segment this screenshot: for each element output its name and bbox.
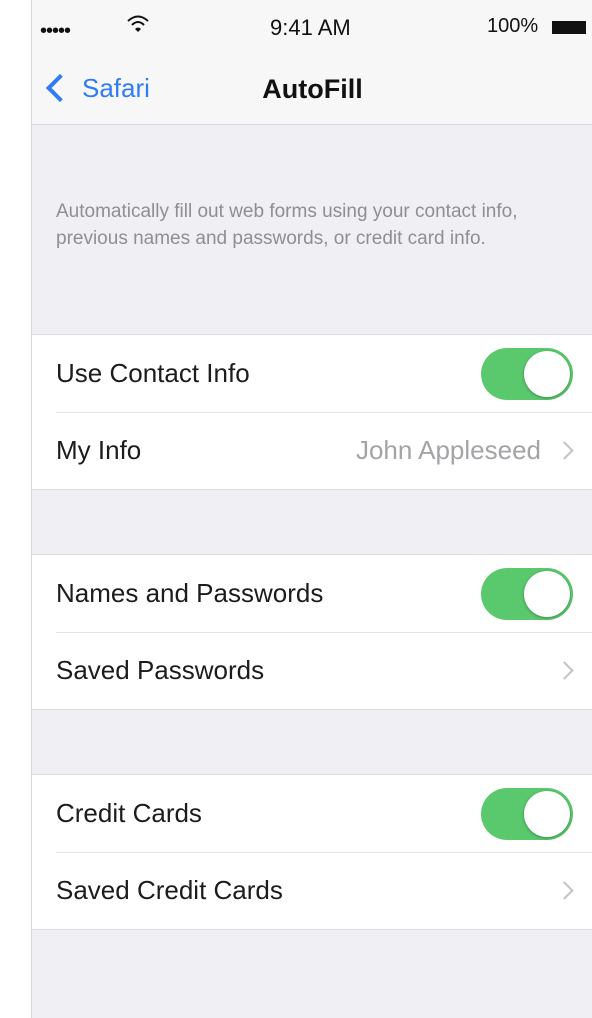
my-info-row[interactable]: My Info John Appleseed bbox=[32, 412, 592, 489]
chevron-right-icon bbox=[555, 881, 574, 900]
toggle-knob bbox=[524, 350, 570, 397]
names-and-passwords-row: Names and Passwords bbox=[32, 555, 592, 632]
saved-passwords-label: Saved Passwords bbox=[56, 655, 265, 685]
credit-cards-toggle[interactable] bbox=[481, 787, 573, 840]
saved-credit-cards-row[interactable]: Saved Credit Cards bbox=[32, 852, 592, 929]
saved-credit-cards-label: Saved Credit Cards bbox=[56, 875, 283, 905]
back-button-label: Safari bbox=[82, 72, 150, 103]
navigation-bar: AutoFill Safari bbox=[32, 54, 592, 125]
battery-percent: 100% bbox=[487, 15, 539, 37]
passwords-group: Names and Passwords Saved Passwords bbox=[32, 554, 592, 710]
signal-strength: ••••• bbox=[40, 20, 71, 42]
wifi-icon bbox=[127, 14, 149, 40]
phone-screen: ••••• 9:41 AM 100% AutoFill Safari Autom… bbox=[31, 0, 592, 1018]
toggle-knob bbox=[524, 790, 570, 837]
use-contact-info-label: Use Contact Info bbox=[56, 358, 250, 388]
section-description: Automatically fill out web forms using y… bbox=[56, 201, 518, 249]
battery-icon bbox=[552, 21, 586, 34]
status-time: 9:41 AM bbox=[270, 15, 351, 40]
toggle-knob bbox=[524, 570, 570, 617]
credit-cards-row: Credit Cards bbox=[32, 775, 592, 852]
chevron-right-icon bbox=[555, 441, 574, 460]
chevron-left-icon bbox=[45, 73, 75, 103]
status-bar: ••••• 9:41 AM 100% bbox=[32, 0, 592, 54]
chevron-right-icon bbox=[555, 661, 574, 680]
credit-cards-group: Credit Cards Saved Credit Cards bbox=[32, 774, 592, 930]
use-contact-info-row: Use Contact Info bbox=[32, 335, 592, 412]
saved-passwords-row[interactable]: Saved Passwords bbox=[32, 632, 592, 709]
names-and-passwords-label: Names and Passwords bbox=[56, 578, 324, 608]
my-info-value: John Appleseed bbox=[355, 435, 541, 465]
my-info-label: My Info bbox=[56, 435, 142, 465]
use-contact-info-toggle[interactable] bbox=[481, 347, 573, 400]
credit-cards-label: Credit Cards bbox=[56, 798, 202, 828]
names-and-passwords-toggle[interactable] bbox=[481, 567, 573, 620]
back-button[interactable]: Safari bbox=[42, 70, 150, 106]
contact-info-group: Use Contact Info My Info John Appleseed bbox=[32, 334, 592, 490]
